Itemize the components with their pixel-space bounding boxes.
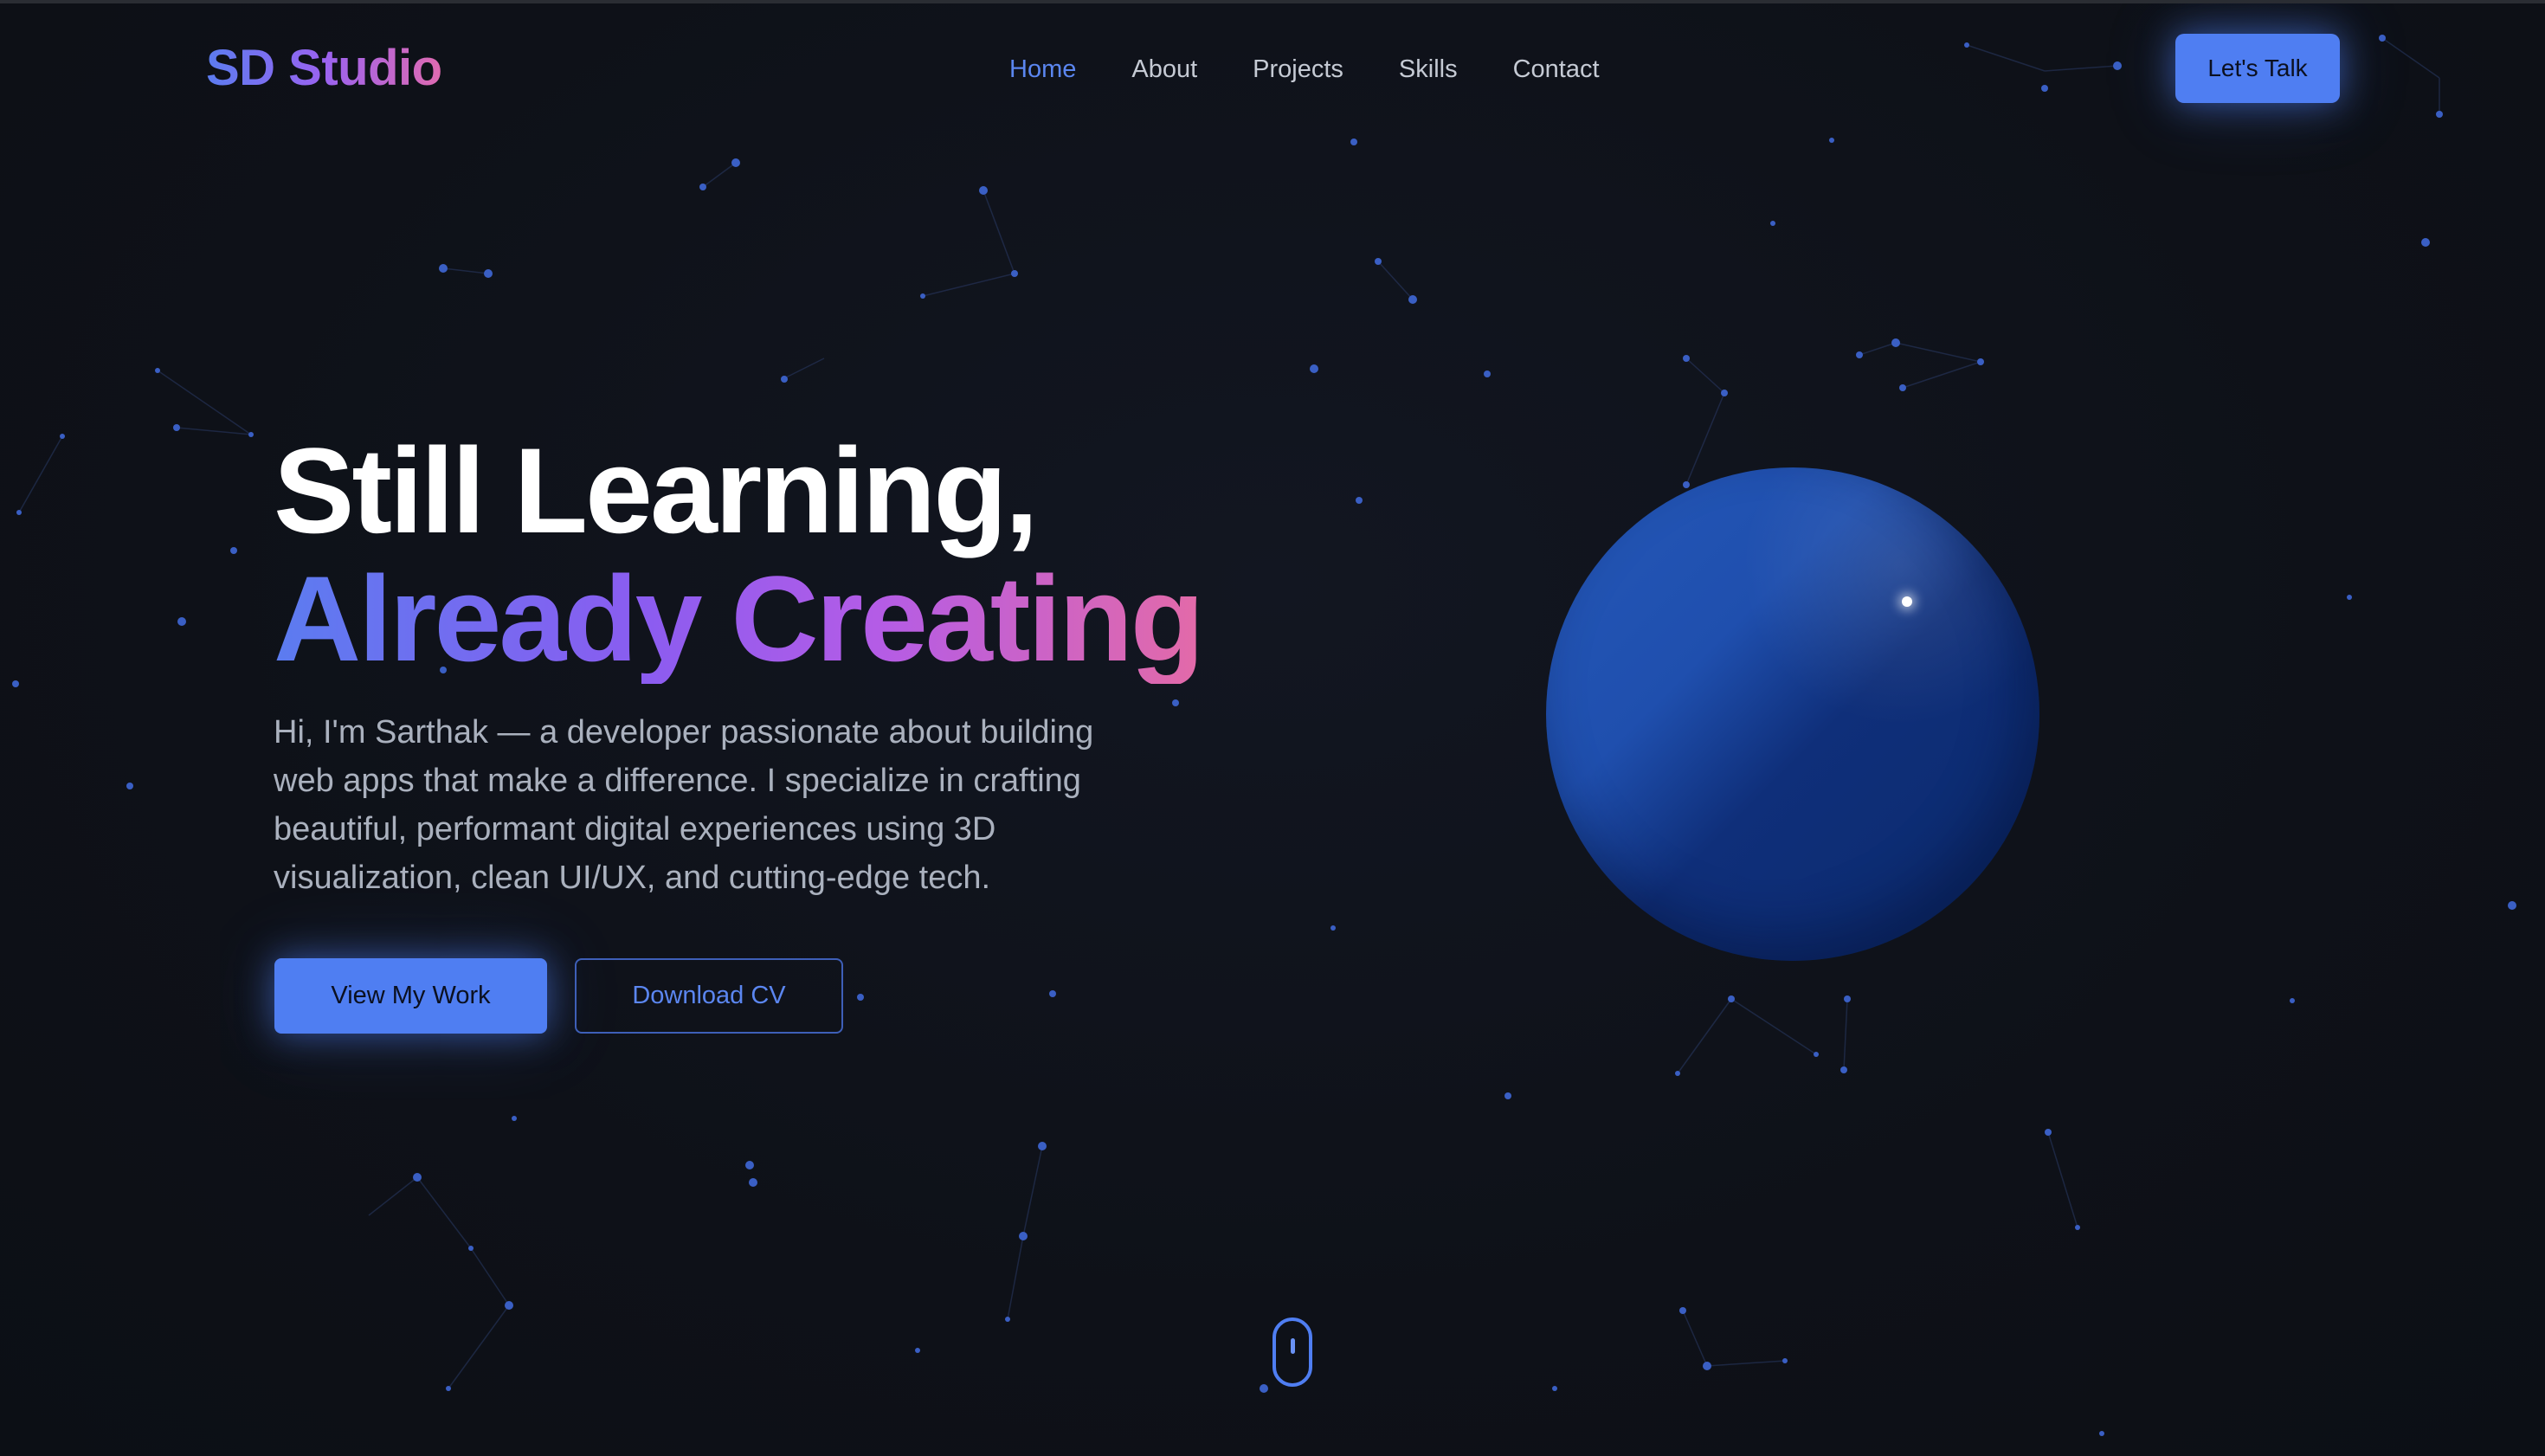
nav-skills[interactable]: Skills <box>1399 52 1458 87</box>
hero-headline-line2: Already Creating <box>274 551 1204 686</box>
hero-headline-line1: Still Learning, <box>274 422 1039 558</box>
nav-about[interactable]: About <box>1131 52 1197 87</box>
mouse-scroll-icon[interactable] <box>1272 1317 1312 1387</box>
download-cv-button[interactable]: Download CV <box>575 958 843 1034</box>
site-logo[interactable]: SD Studio <box>206 38 442 99</box>
hero-intro-text: Hi, I'm Sarthak — a developer passionate… <box>274 714 1094 896</box>
view-my-work-button[interactable]: View My Work <box>274 958 547 1034</box>
lets-talk-button[interactable]: Let's Talk <box>2175 34 2340 103</box>
nav-contact[interactable]: Contact <box>1513 52 1600 87</box>
main-nav: Home About Projects Skills Contact <box>1009 52 1600 87</box>
scroll-wheel <box>1291 1338 1295 1354</box>
hero-3d-sphere[interactable] <box>1546 467 2039 961</box>
nav-home[interactable]: Home <box>1009 52 1076 87</box>
nav-projects[interactable]: Projects <box>1253 52 1343 87</box>
sphere-highlight <box>1902 596 1912 607</box>
page: SD Studio Home About Projects Skills Con… <box>0 0 2545 1456</box>
